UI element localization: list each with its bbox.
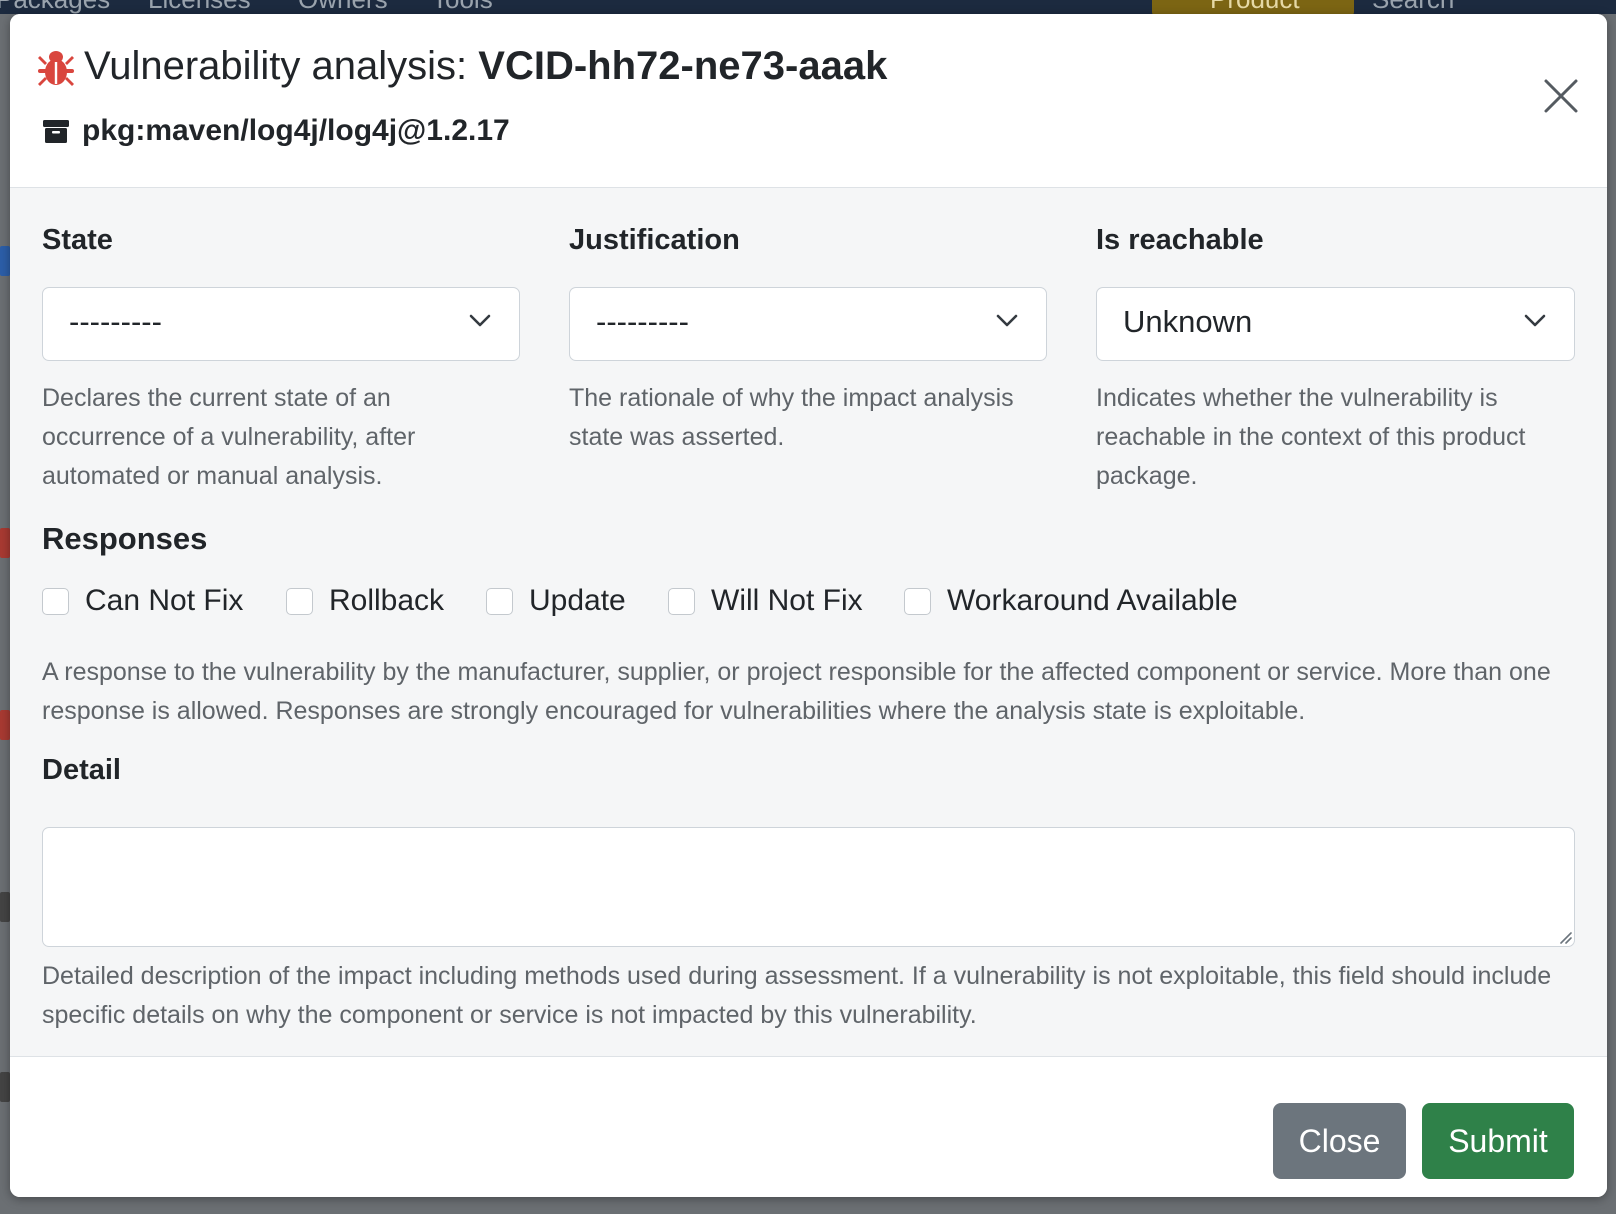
background-badge	[0, 1072, 10, 1102]
nav-tools: Tools	[432, 0, 493, 14]
background-badge	[0, 246, 10, 276]
justification-select-value: ---------	[596, 304, 689, 339]
responses-label: Responses	[42, 521, 208, 556]
background-badge	[0, 710, 10, 740]
responses-help: A response to the vulnerability by the m…	[42, 658, 1551, 725]
background-navbar: Packages Licenses Owners Tools Product S…	[0, 0, 1616, 14]
checkbox[interactable]	[668, 587, 695, 615]
response-can-not-fix[interactable]: Can Not Fix	[42, 584, 243, 618]
justification-label: Justification	[569, 224, 740, 256]
nav-owners: Owners	[298, 0, 388, 14]
reachable-select[interactable]: Unknown	[1096, 287, 1575, 361]
modal-title-prefix: Vulnerability analysis:	[84, 44, 468, 88]
reachable-label: Is reachable	[1096, 224, 1264, 256]
modal-header: Vulnerability analysis: VCID-hh72-ne73-a…	[10, 14, 1607, 188]
checkbox-label: Will Not Fix	[711, 584, 863, 617]
nav-licenses: Licenses	[148, 0, 251, 14]
resize-handle-icon[interactable]	[1558, 930, 1572, 944]
reachable-select-value: Unknown	[1123, 304, 1253, 339]
nav-packages: Packages	[0, 0, 110, 14]
archive-icon	[42, 117, 70, 145]
background-badge	[0, 528, 10, 558]
response-update[interactable]: Update	[486, 584, 626, 618]
reachable-help: Indicates whether the vulnerability is r…	[1096, 384, 1526, 490]
chevron-down-icon	[1524, 314, 1546, 327]
state-select-value: ---------	[69, 304, 162, 339]
close-icon[interactable]	[1543, 78, 1579, 114]
justification-help: The rationale of why the impact analysis…	[569, 384, 1014, 451]
product-menu: Product	[1152, 0, 1354, 14]
detail-label: Detail	[42, 754, 121, 786]
close-button[interactable]: Close	[1273, 1103, 1406, 1179]
state-help: Declares the current state of an occurre…	[42, 384, 416, 490]
chevron-down-icon	[996, 314, 1018, 327]
background-badge	[0, 892, 10, 922]
submit-button[interactable]: Submit	[1422, 1103, 1574, 1179]
checkbox-label: Rollback	[329, 584, 445, 617]
checkbox[interactable]	[904, 587, 931, 615]
nav-search: Search	[1372, 0, 1454, 14]
state-label: State	[42, 224, 113, 256]
response-workaround-available[interactable]: Workaround Available	[904, 584, 1238, 618]
checkbox-label: Update	[529, 584, 626, 617]
bug-icon	[36, 46, 76, 88]
response-will-not-fix[interactable]: Will Not Fix	[668, 584, 863, 618]
justification-select[interactable]: ---------	[569, 287, 1047, 361]
package-heading: pkg:maven/log4j/log4j@1.2.17	[42, 114, 510, 148]
detail-help: Detailed description of the impact inclu…	[42, 962, 1552, 1029]
chevron-down-icon	[469, 314, 491, 327]
package-url: pkg:maven/log4j/log4j@1.2.17	[82, 114, 510, 147]
vulnerability-id: VCID-hh72-ne73-aaak	[478, 44, 888, 88]
detail-textarea[interactable]	[42, 827, 1575, 947]
checkbox-label: Workaround Available	[947, 584, 1238, 617]
modal-title: Vulnerability analysis: VCID-hh72-ne73-a…	[36, 44, 887, 89]
product-menu-label: Product	[1210, 0, 1300, 14]
checkbox[interactable]	[286, 587, 313, 615]
checkbox[interactable]	[42, 587, 69, 615]
state-select[interactable]: ---------	[42, 287, 520, 361]
vulnerability-analysis-modal: Vulnerability analysis: VCID-hh72-ne73-a…	[10, 14, 1607, 1197]
checkbox[interactable]	[486, 587, 513, 615]
checkbox-label: Can Not Fix	[85, 584, 244, 617]
response-rollback[interactable]: Rollback	[286, 584, 444, 618]
modal-footer: Close Submit	[10, 1056, 1607, 1197]
